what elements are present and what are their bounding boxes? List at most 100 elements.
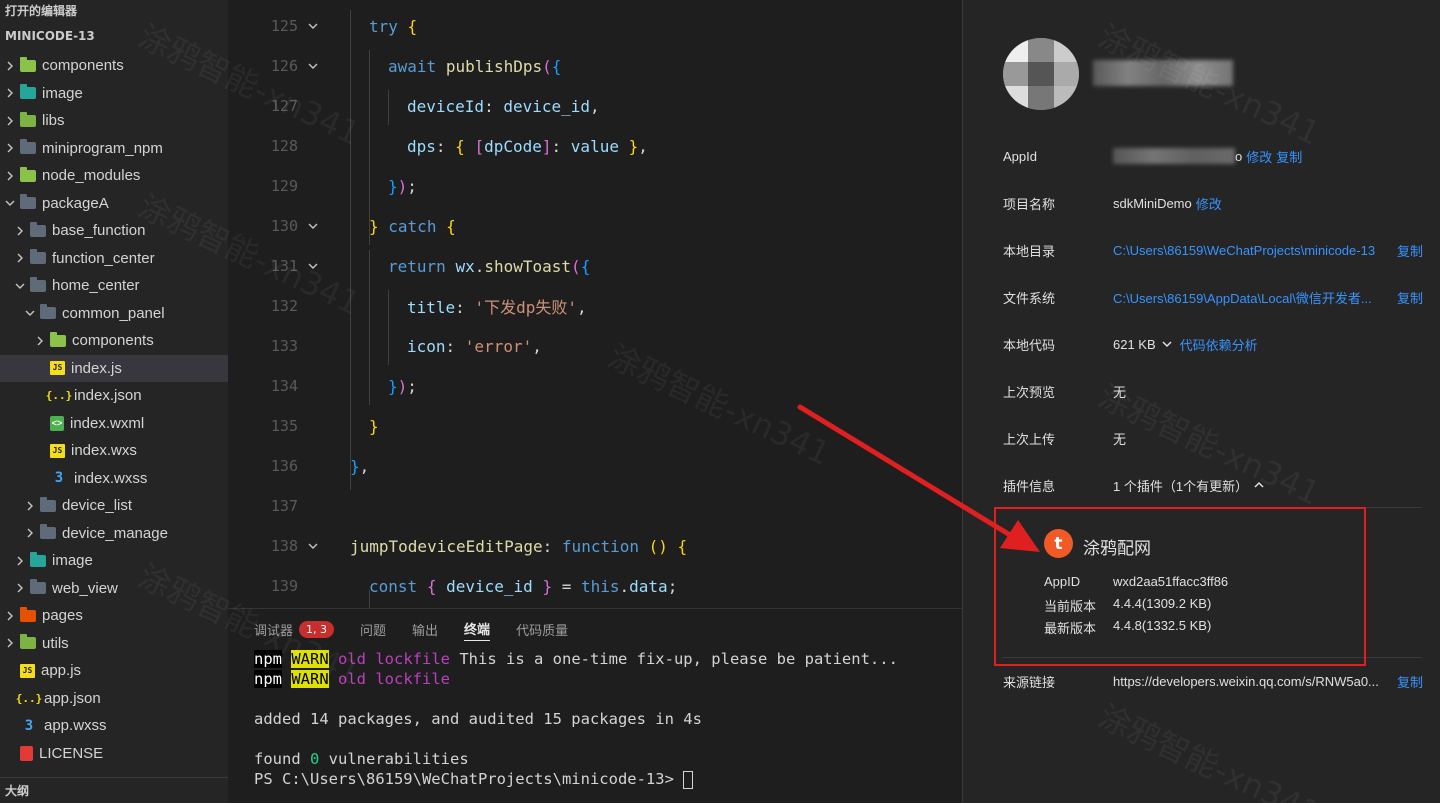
panel-tab[interactable]: 调试器 1, 3 — [254, 609, 335, 649]
tree-item[interactable]: image — [0, 547, 228, 574]
code-line[interactable]: 129}); — [228, 166, 962, 206]
copy-fs-link[interactable]: 复制 — [1397, 288, 1423, 307]
code-text: const { device_id } = this.data; — [328, 577, 677, 596]
open-editors-header[interactable]: 打开的编辑器 — [0, 0, 228, 22]
chevron-down-icon[interactable] — [24, 307, 36, 319]
chevron-up-icon[interactable] — [1254, 480, 1264, 490]
chevron-right-icon[interactable] — [14, 582, 26, 594]
chevron-right-icon[interactable] — [14, 555, 26, 567]
chevron-right-icon[interactable] — [14, 252, 26, 264]
code-line[interactable]: 134}); — [228, 366, 962, 406]
panel-tab[interactable]: 代码质量 — [516, 609, 568, 649]
copy-source-link[interactable]: 复制 — [1397, 672, 1423, 691]
local-dir-link[interactable]: C:\Users\86159\WeChatProjects\minicode-1… — [1113, 243, 1375, 258]
chevron-right-icon[interactable] — [24, 527, 36, 539]
tree-item[interactable]: image — [0, 80, 228, 107]
warn-label: WARN — [291, 670, 329, 688]
tree-item[interactable]: node_modules — [0, 162, 228, 189]
code-line[interactable]: 127 deviceId: device_id, — [228, 86, 962, 126]
tree-item[interactable]: JS index.wxs — [0, 437, 228, 464]
code-line[interactable]: 133 icon: 'error', — [228, 326, 962, 366]
tree-item[interactable]: <> index.wxml — [0, 410, 228, 437]
line-number: 139 — [270, 577, 298, 595]
code-line[interactable]: 132 title: '下发dp失败', — [228, 286, 962, 326]
tree-item[interactable]: {..} index.json — [0, 382, 228, 409]
chevron-right-icon[interactable] — [4, 115, 16, 127]
copy-dir-link[interactable]: 复制 — [1397, 241, 1423, 260]
panel-tab[interactable]: 终端 — [464, 617, 491, 641]
tree-item[interactable]: 3 app.wxss — [0, 712, 228, 739]
code-line[interactable]: 125 try { — [228, 6, 962, 46]
tree-item[interactable]: pages — [0, 602, 228, 629]
copy-appid-link[interactable]: 复制 — [1276, 147, 1302, 166]
code-token: } — [542, 576, 553, 596]
chevron-down-icon[interactable] — [14, 280, 26, 292]
chevron-right-icon[interactable] — [4, 87, 16, 99]
terminal-blank — [254, 689, 962, 709]
chevron-down-icon[interactable] — [4, 197, 16, 209]
tree-item[interactable]: JS app.js — [0, 657, 228, 684]
chevron-right-icon[interactable] — [4, 170, 16, 182]
panel-tab[interactable]: 输出 — [412, 609, 438, 649]
code-line[interactable]: 135} — [228, 406, 962, 446]
tree-item-label: image — [42, 84, 83, 102]
code-line[interactable]: 131 return wx.showToast({ — [228, 246, 962, 286]
code-editor[interactable]: 125 try {126 await publishDps({127 deviceId… — [228, 0, 962, 608]
fold-chevron-icon[interactable] — [298, 20, 328, 32]
outline-header[interactable]: 大纲 — [0, 777, 228, 803]
tree-item[interactable]: device_manage — [0, 520, 228, 547]
chevron-right-icon[interactable] — [14, 225, 26, 237]
panel-tab[interactable]: 问题 — [360, 609, 386, 649]
avatar — [1003, 38, 1079, 110]
last-preview-value: 无 — [1113, 384, 1127, 400]
source-link-value[interactable]: https://developers.weixin.qq.com/s/RNW5a… — [1113, 674, 1379, 689]
terminal[interactable]: npm WARN old lockfile This is a one-time… — [228, 649, 962, 789]
plugin-info-row[interactable]: 插件信息 1 个插件（1个有更新） — [1003, 475, 1433, 495]
code-line[interactable]: 126 await publishDps({ — [228, 46, 962, 86]
chevron-right-icon[interactable] — [4, 142, 16, 154]
tree-item[interactable]: LICENSE — [0, 740, 228, 767]
code-line[interactable]: 128 dps: { [dpCode]: value }, — [228, 126, 962, 166]
code-line[interactable]: 136}, — [228, 446, 962, 486]
code-line[interactable]: 137 — [228, 486, 962, 526]
code-line[interactable]: 130} catch { — [228, 206, 962, 246]
code-token: dps — [407, 136, 436, 156]
tree-item[interactable]: base_function — [0, 217, 228, 244]
file-system-link[interactable]: C:\Users\86159\AppData\Local\微信开发者... — [1113, 288, 1372, 307]
tree-item[interactable]: 3 index.wxss — [0, 465, 228, 492]
terminal-prompt[interactable]: PS C:\Users\86159\WeChatProjects\minicod… — [254, 769, 962, 789]
tree-item[interactable]: web_view — [0, 575, 228, 602]
tree-item[interactable]: device_list — [0, 492, 228, 519]
chevron-down-icon[interactable] — [1162, 339, 1172, 349]
project-header[interactable]: MINICODE-13 — [0, 22, 228, 50]
fold-chevron-icon[interactable] — [298, 540, 328, 552]
project-details-pane: AppId o 修改 复制 项目名称 sdkMiniDemo 修改 本地目录 C… — [962, 0, 1440, 803]
code-line[interactable]: 139 const { device_id } = this.data; — [228, 566, 962, 606]
code-line[interactable]: 138 jumpTodeviceEditPage: function () { — [228, 526, 962, 566]
tree-item[interactable]: components — [0, 52, 228, 79]
tree-item[interactable]: home_center — [0, 272, 228, 299]
tree-item[interactable]: components — [0, 327, 228, 354]
tree-item[interactable]: common_panel — [0, 300, 228, 327]
tree-item[interactable]: packageA — [0, 190, 228, 217]
tree-item[interactable]: libs — [0, 107, 228, 134]
chevron-right-icon[interactable] — [24, 500, 36, 512]
code-token: . — [619, 576, 630, 596]
fold-chevron-icon[interactable] — [298, 60, 328, 72]
code-token: publishDps — [445, 56, 543, 76]
tree-item[interactable]: {..} app.json — [0, 685, 228, 712]
chevron-right-icon[interactable] — [4, 637, 16, 649]
fold-chevron-icon[interactable] — [298, 220, 328, 232]
tree-item[interactable]: utils — [0, 630, 228, 657]
fold-chevron-icon[interactable] — [298, 260, 328, 272]
chevron-right-icon[interactable] — [4, 60, 16, 72]
chevron-right-icon[interactable] — [4, 610, 16, 622]
tree-item[interactable]: function_center — [0, 245, 228, 272]
chevron-right-icon[interactable] — [34, 335, 46, 347]
tree-item[interactable]: JS index.js — [0, 354, 228, 382]
edit-appid-link[interactable]: 修改 — [1246, 147, 1272, 166]
code-token: dpCode — [484, 136, 542, 156]
edit-name-link[interactable]: 修改 — [1196, 194, 1222, 213]
tree-item[interactable]: miniprogram_npm — [0, 135, 228, 162]
dependency-analysis-link[interactable]: 代码依赖分析 — [1180, 335, 1258, 354]
